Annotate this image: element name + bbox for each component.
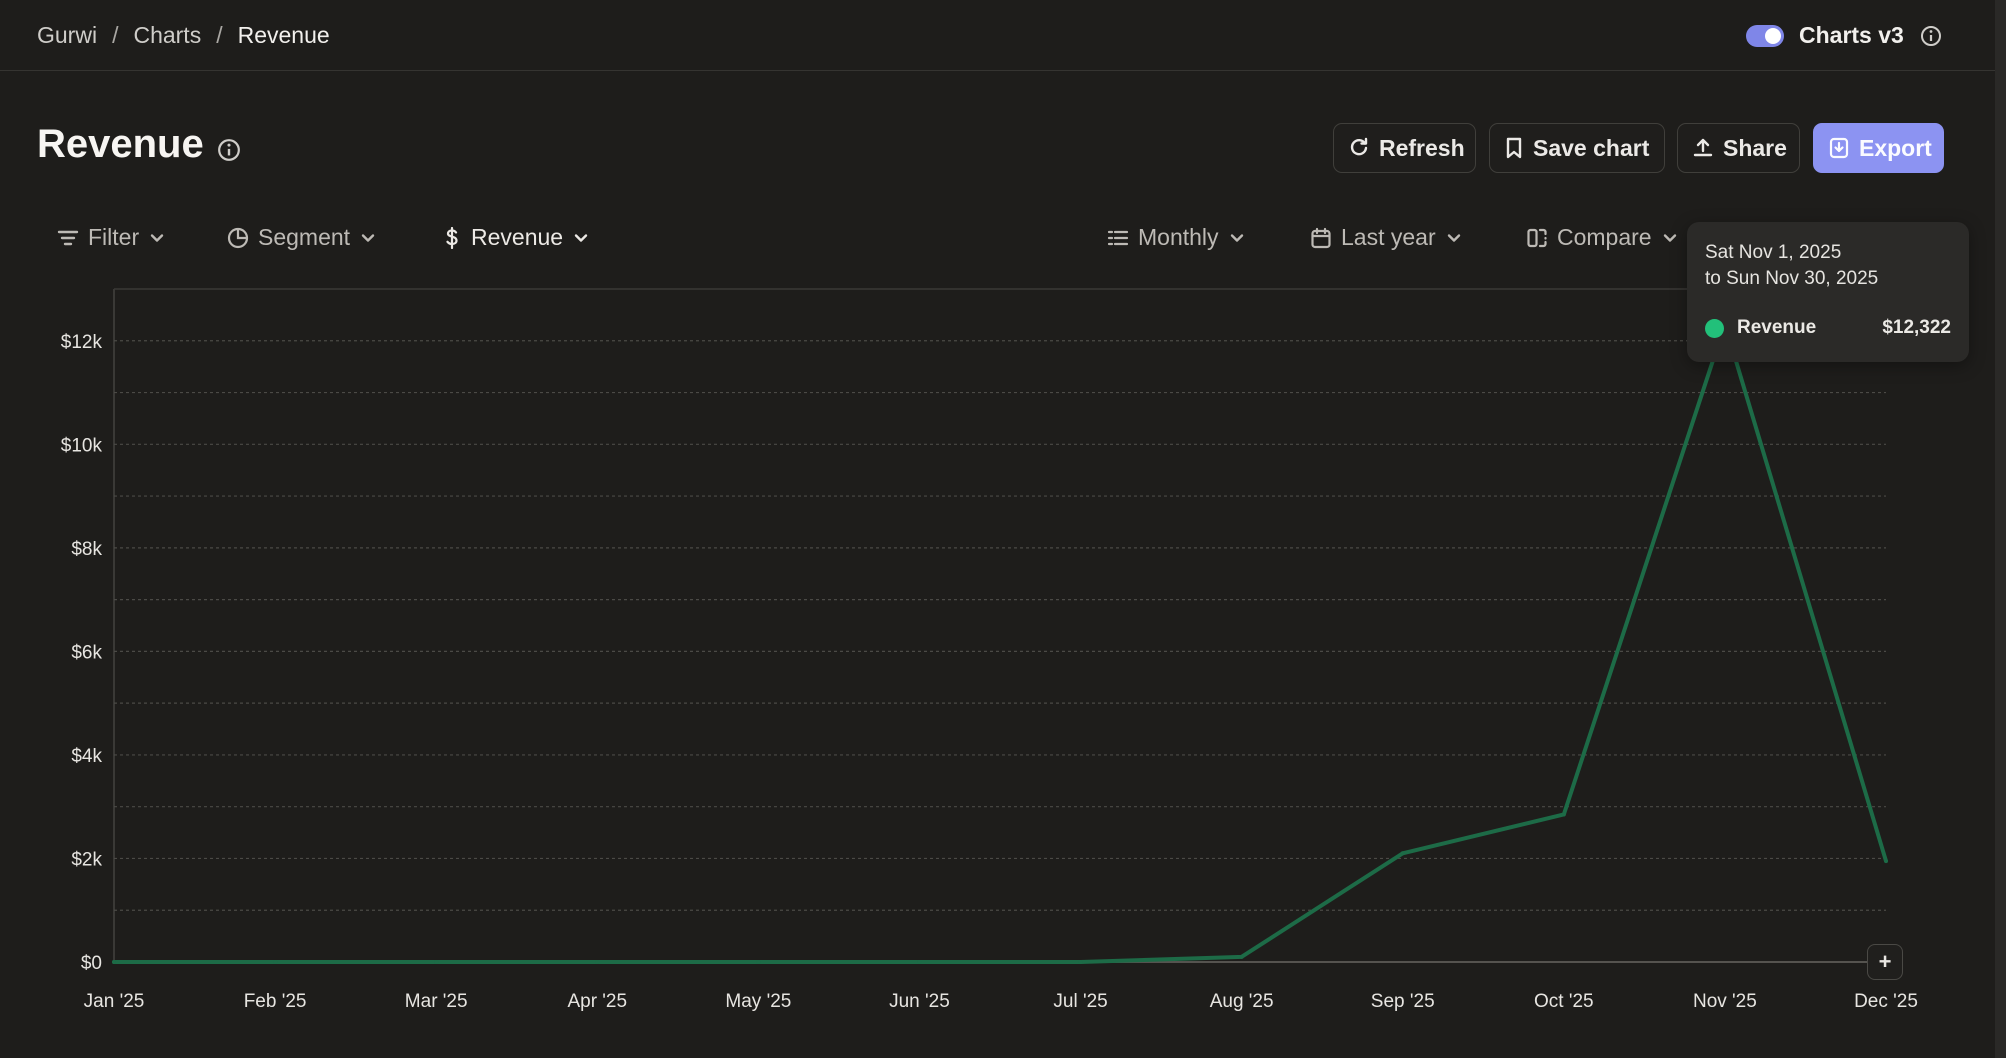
add-annotation-button[interactable]: +: [1867, 944, 1903, 980]
y-tick-label: $12k: [61, 332, 103, 353]
data-point: [595, 960, 600, 964]
y-tick-label: $10k: [61, 435, 103, 456]
x-tick-label: Dec '25: [1854, 991, 1918, 1012]
data-point: [1078, 960, 1083, 964]
y-tick-label: $6k: [71, 642, 102, 663]
x-tick-label: Feb '25: [244, 991, 307, 1012]
y-tick-label: $0: [81, 953, 102, 974]
x-tick-label: Jul '25: [1053, 991, 1107, 1012]
data-point: [434, 960, 439, 964]
data-point: [112, 960, 116, 964]
tooltip-date-start: Sat Nov 1, 2025: [1705, 242, 1842, 263]
x-tick-label: Aug '25: [1210, 991, 1274, 1012]
series-line: [112, 322, 1888, 964]
y-tick-label: $8k: [71, 539, 102, 560]
y-tick-label: $2k: [71, 849, 102, 870]
data-point: [917, 960, 922, 964]
chart-tooltip: Sat Nov 1, 2025 to Sun Nov 30, 2025 Reve…: [1687, 222, 1969, 362]
data-point: [1884, 859, 1888, 864]
tooltip-date-end: to Sun Nov 30, 2025: [1705, 268, 1879, 289]
series-color-dot: [1705, 318, 1724, 338]
data-point: [1561, 812, 1566, 817]
data-point: [756, 960, 761, 964]
x-tick-label: May '25: [725, 991, 791, 1012]
tooltip-series-name: Revenue: [1737, 317, 1817, 338]
x-tick-label: Sep '25: [1371, 991, 1435, 1012]
x-tick-label: Jan '25: [84, 991, 145, 1012]
tooltip-series-row: Revenue $12,322: [1705, 317, 1951, 339]
x-tick-label: Apr '25: [567, 991, 627, 1012]
x-tick-label: Jun '25: [889, 991, 950, 1012]
x-tick-label: Mar '25: [405, 991, 468, 1012]
y-tick-label: $4k: [71, 746, 102, 767]
data-point: [1400, 851, 1405, 856]
x-tick-label: Nov '25: [1693, 991, 1757, 1012]
data-point: [1239, 954, 1244, 959]
data-point: [273, 960, 278, 964]
tooltip-value: $12,322: [1882, 317, 1951, 338]
x-tick-label: Oct '25: [1534, 991, 1594, 1012]
revenue-line-chart[interactable]: $0 $2k $4k $6k $8k $10k $12k Jan '25 Feb '25 Mar …: [0, 0, 2006, 1058]
